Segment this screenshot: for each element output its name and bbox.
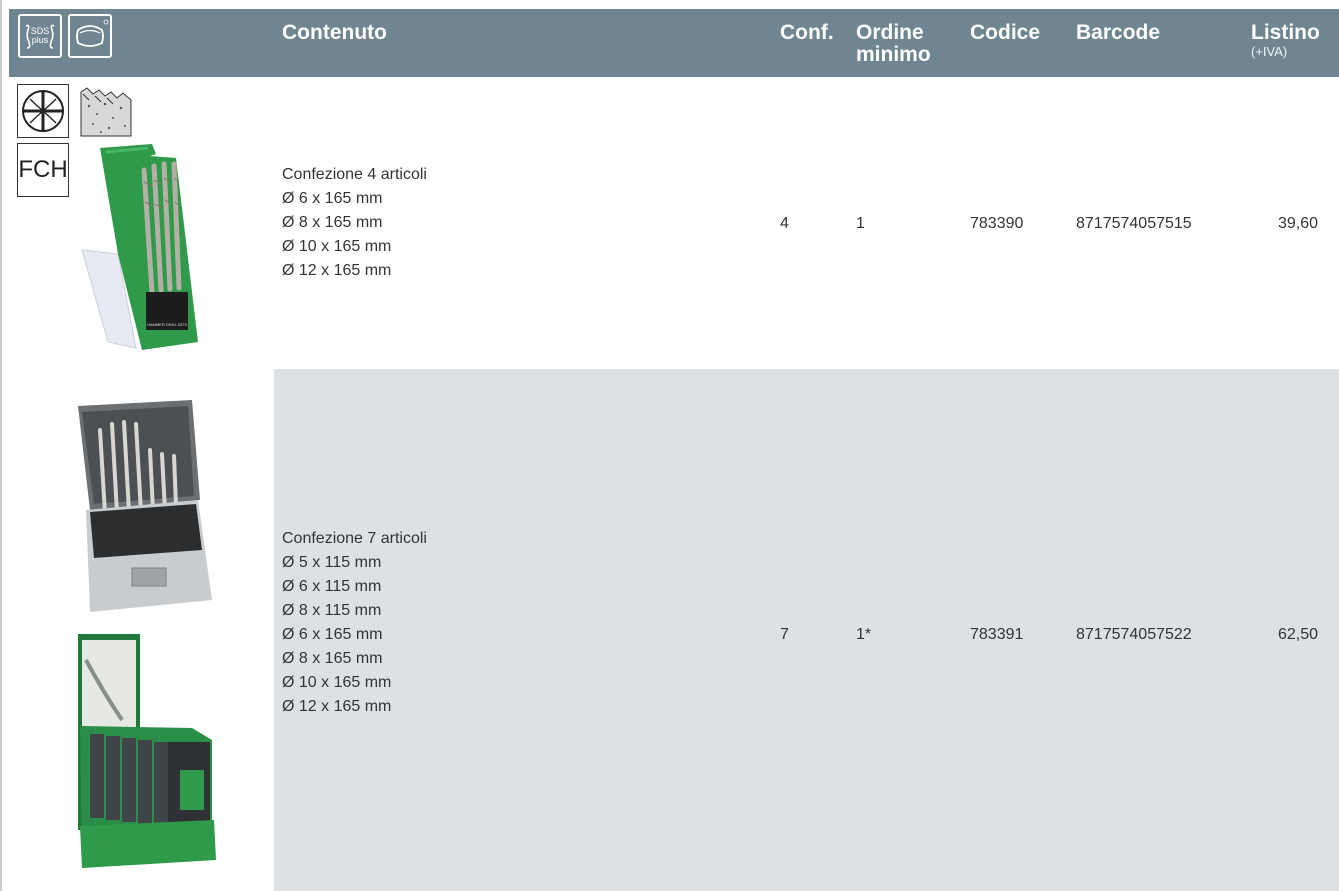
row2-line: Ø 6 x 115 mm bbox=[282, 578, 382, 595]
row1-line: Ø 12 x 165 mm bbox=[282, 262, 392, 279]
svg-text:HAMMER DRILL BITS: HAMMER DRILL BITS bbox=[147, 322, 187, 327]
header-barcode: Barcode bbox=[1076, 21, 1161, 44]
header-codice: Codice bbox=[970, 21, 1041, 44]
row2-line: Ø 5 x 115 mm bbox=[282, 554, 382, 571]
row1-line: Ø 8 x 165 mm bbox=[282, 214, 383, 231]
header-listino-label: Listino bbox=[1251, 21, 1320, 44]
svg-text:plus: plus bbox=[32, 35, 49, 45]
header-ordine-minimo: Ordine minimo bbox=[856, 22, 931, 66]
cross-tip-icon bbox=[17, 84, 69, 138]
header-contenuto: Contenuto bbox=[282, 21, 387, 44]
row2-barcode: 8717574057522 bbox=[1076, 626, 1192, 643]
shank-icon bbox=[68, 14, 112, 58]
row1-barcode: 8717574057515 bbox=[1076, 215, 1192, 232]
row1-conf: 4 bbox=[780, 215, 789, 232]
header-listino-sub: (+IVA) bbox=[1251, 44, 1288, 59]
row1-content: Confezione 4 articoli Ø 6 x 165 mm Ø 8 x… bbox=[282, 163, 427, 283]
drill-bit-set-grey-case-image bbox=[72, 400, 220, 615]
row2-line: Ø 12 x 165 mm bbox=[282, 698, 392, 715]
row1-line: Ø 6 x 165 mm bbox=[282, 190, 383, 207]
row2-line: Ø 10 x 165 mm bbox=[282, 674, 392, 691]
row1-line: Confezione 4 articoli bbox=[282, 166, 427, 183]
row2-content: Confezione 7 articoli Ø 5 x 115 mm Ø 6 x… bbox=[282, 527, 427, 719]
row2-line: Ø 6 x 165 mm bbox=[282, 626, 383, 643]
row2-line: Ø 8 x 165 mm bbox=[282, 650, 383, 667]
fch-badge: FCH bbox=[17, 143, 69, 197]
header-ordine-line1: Ordine bbox=[856, 21, 924, 44]
row2-line: Confezione 7 articoli bbox=[282, 530, 427, 547]
row1-ordine: 1 bbox=[856, 215, 865, 232]
table-header: SDS plus Contenuto Conf. Ordine minimo C… bbox=[9, 9, 1339, 77]
row1-line: Ø 10 x 165 mm bbox=[282, 238, 392, 255]
row1-listino: 39,60 bbox=[1278, 215, 1319, 232]
sds-plus-icon: SDS plus bbox=[18, 14, 62, 58]
row2-conf: 7 bbox=[780, 626, 789, 643]
row2-ordine: 1* bbox=[856, 626, 872, 643]
row2-line: Ø 8 x 115 mm bbox=[282, 602, 382, 619]
display-box-image bbox=[72, 630, 222, 870]
header-ordine-line2: minimo bbox=[856, 43, 931, 66]
row2-codice: 783391 bbox=[970, 626, 1024, 643]
drill-bit-set-green-case-image: HAMMER DRILL BITS bbox=[78, 142, 218, 354]
concrete-material-icon bbox=[79, 84, 133, 138]
left-border bbox=[0, 0, 2, 891]
row2-listino: 62,50 bbox=[1278, 626, 1319, 643]
header-conf: Conf. bbox=[780, 21, 834, 44]
header-listino: Listino (+IVA) bbox=[1251, 22, 1320, 60]
row1-codice: 783390 bbox=[970, 215, 1024, 232]
